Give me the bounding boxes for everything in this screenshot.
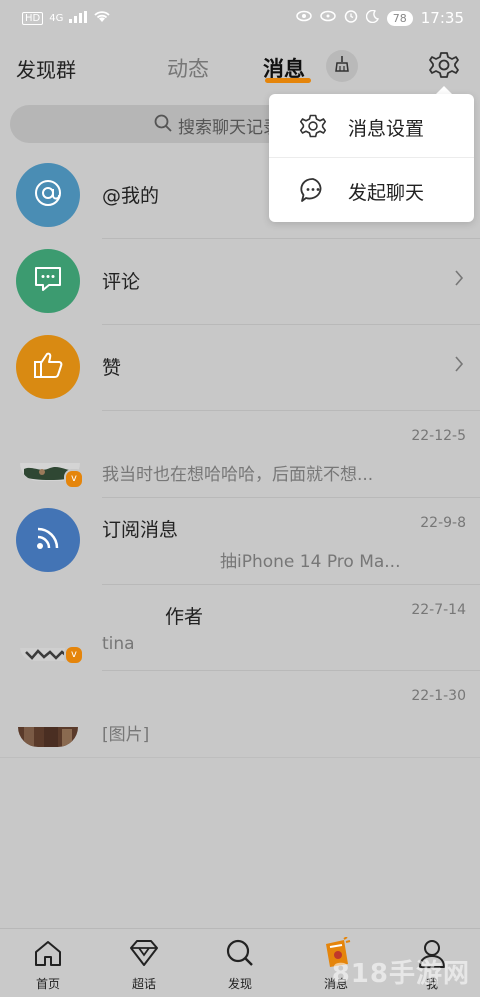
- verified-badge: v: [64, 469, 84, 489]
- alarm-icon: [344, 9, 358, 27]
- signal-icon: [69, 10, 88, 27]
- row-title: 评论: [102, 271, 141, 293]
- status-left: HD 4G: [22, 10, 111, 27]
- home-icon: [32, 937, 64, 969]
- search-icon: [224, 937, 256, 969]
- message-date: 22-1-30: [411, 688, 466, 704]
- likes-avatar: [16, 335, 80, 399]
- menu-item-label: 发起聊天: [348, 182, 425, 204]
- message-preview: [图片]: [102, 725, 150, 745]
- top-header: 发现群 动态 消息: [0, 36, 480, 94]
- nav-label: 首页: [35, 977, 60, 991]
- menu-item-label: 消息设置: [348, 118, 425, 140]
- message-date: 22-7-14: [411, 602, 466, 618]
- nav-super-topic[interactable]: 超话: [96, 929, 192, 997]
- wifi-icon: [93, 10, 111, 27]
- search-placeholder: 搜索聊天记录: [178, 118, 280, 138]
- site-watermark: 818手游网: [331, 959, 470, 989]
- list-item-comments[interactable]: 评论: [0, 239, 480, 325]
- broom-icon: [333, 55, 351, 77]
- chevron-right-icon: [454, 355, 464, 377]
- at-icon: [33, 178, 63, 212]
- search-inner: 搜索聊天记录: [154, 113, 280, 138]
- diamond-icon: [128, 937, 160, 969]
- app-screen: HD 4G 78 17:35 发现群 动态 消息 搜索聊天记录 @我的 评论 赞…: [0, 0, 480, 997]
- list-item-subscriptions[interactable]: 订阅消息 抽iPhone 14 Pro Ma... 22-9-8: [0, 498, 480, 584]
- message-preview: 我当时也在想哈哈哈，后面就不想...: [102, 465, 374, 485]
- row-title: @我的: [102, 185, 160, 207]
- divider: [0, 757, 480, 758]
- chat-bubble-icon: [299, 176, 327, 208]
- gear-icon: [299, 112, 327, 144]
- discover-groups-link[interactable]: 发现群: [16, 54, 76, 83]
- gear-icon: [428, 52, 460, 85]
- chevron-right-icon: [454, 269, 464, 291]
- nav-home[interactable]: 首页: [0, 929, 96, 997]
- rss-icon: [35, 525, 61, 555]
- list-item-likes[interactable]: 赞: [0, 325, 480, 411]
- subscriptions-avatar: [16, 508, 80, 572]
- nav-discover[interactable]: 发现: [192, 929, 288, 997]
- network-indicator: 4G: [49, 13, 64, 24]
- status-bar: HD 4G 78 17:35: [0, 0, 480, 36]
- message-preview: tina: [102, 634, 135, 654]
- verified-badge: v: [64, 645, 84, 665]
- eye-icon: [296, 10, 312, 26]
- message-date: 22-12-5: [411, 428, 466, 444]
- list-item-author[interactable]: v 作者 tina 22-7-14: [0, 585, 480, 671]
- tab-dynamics[interactable]: 动态: [167, 53, 209, 83]
- settings-button[interactable]: [428, 49, 460, 81]
- list-item-conversation[interactable]: v 我当时也在想哈哈哈，后面就不想... 22-12-5: [0, 411, 480, 497]
- thumbs-up-icon: [32, 350, 64, 384]
- row-title: 作者: [165, 606, 204, 628]
- user-avatar: [18, 727, 78, 747]
- clear-unread-button[interactable]: [326, 50, 358, 82]
- message-preview: 抽iPhone 14 Pro Ma...: [220, 552, 401, 572]
- battery-level: 78: [386, 10, 413, 26]
- active-tab-indicator: [265, 78, 311, 83]
- menu-item-message-settings[interactable]: 消息设置: [269, 94, 474, 158]
- message-date: 22-9-8: [420, 515, 466, 531]
- status-right: 78 17:35: [296, 9, 464, 27]
- comment-icon: [33, 265, 63, 297]
- status-time: 17:35: [420, 9, 464, 27]
- nav-label: 超话: [131, 977, 156, 991]
- row-title: 赞: [102, 357, 122, 379]
- popup-caret: [436, 86, 452, 94]
- menu-item-start-chat[interactable]: 发起聊天: [269, 158, 474, 222]
- settings-popup-menu: 消息设置 发起聊天: [269, 94, 474, 222]
- search-icon: [154, 114, 172, 137]
- comments-avatar: [16, 249, 80, 313]
- mentions-avatar: [16, 163, 80, 227]
- hd-indicator: HD: [22, 12, 44, 25]
- list-item-image-message[interactable]: [图片] 22-1-30: [0, 671, 480, 757]
- moon-icon: [365, 9, 379, 27]
- eye-comfort-icon: [320, 10, 336, 26]
- nav-label: 发现: [227, 977, 252, 991]
- row-title: 订阅消息: [102, 519, 179, 541]
